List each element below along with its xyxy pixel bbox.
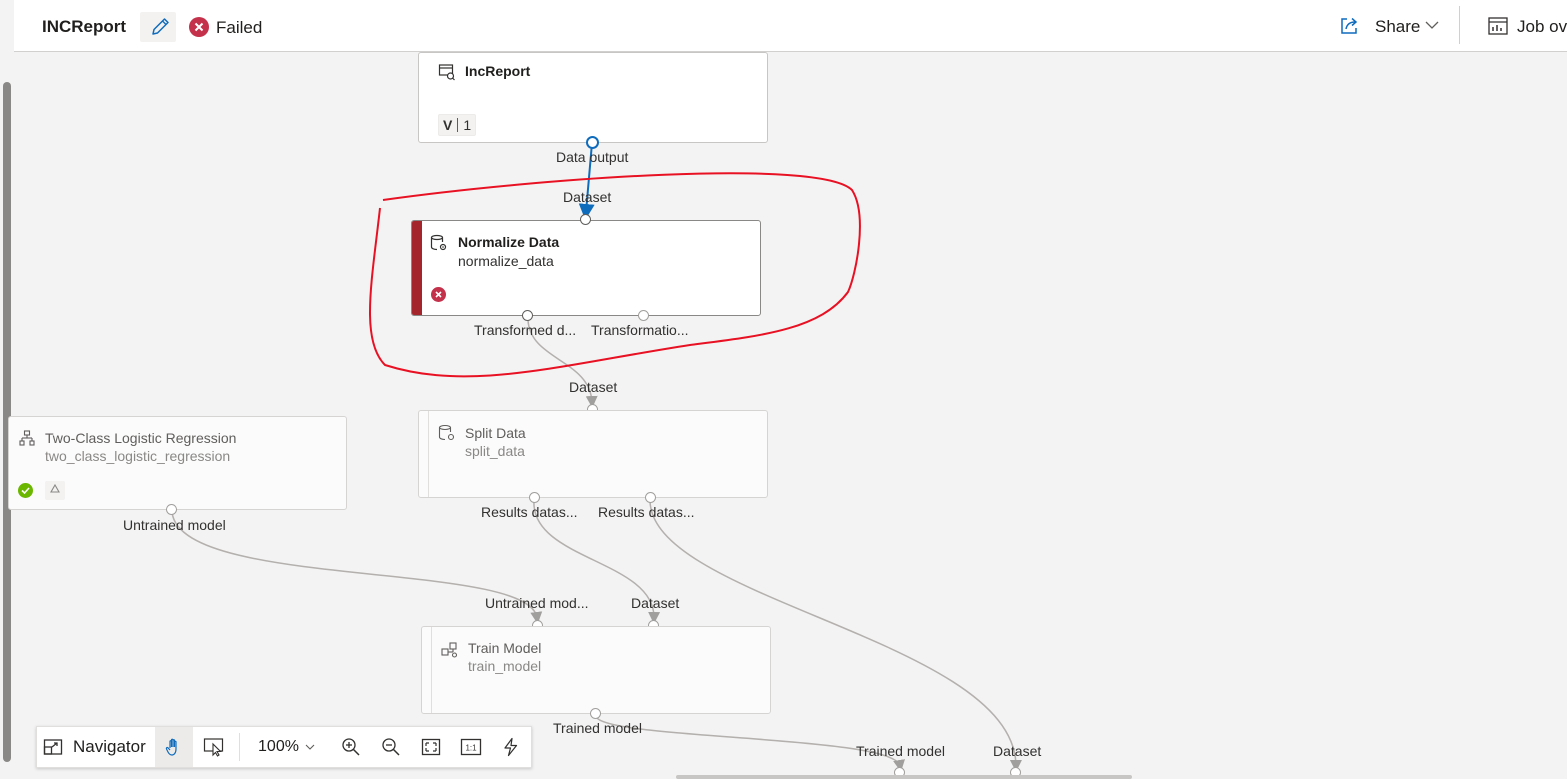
edit-name-button[interactable] xyxy=(140,12,176,42)
pan-tool-button[interactable] xyxy=(155,727,193,767)
actual-size-button[interactable]: 1:1 xyxy=(453,727,489,767)
node-subtitle: two_class_logistic_regression xyxy=(45,448,231,464)
node-title: IncReport xyxy=(465,63,531,79)
fit-screen-icon xyxy=(421,738,441,756)
zoom-in-button[interactable] xyxy=(333,727,369,767)
node-subtitle: train_model xyxy=(468,658,542,674)
success-check-icon xyxy=(18,483,33,498)
vertical-scrollbar[interactable] xyxy=(0,0,14,779)
error-indicator-bar xyxy=(412,221,422,315)
node-title: Train Model xyxy=(468,640,542,656)
version-number: 1 xyxy=(463,117,472,133)
share-button[interactable]: Share xyxy=(1375,17,1420,37)
port-label-untrained-model: Untrained mod... xyxy=(485,595,589,611)
output-port[interactable] xyxy=(645,492,656,503)
zoom-level-dropdown[interactable]: 100% xyxy=(247,727,327,767)
port-label-dataset: Dataset xyxy=(563,189,612,205)
navigator-button[interactable]: Navigator xyxy=(43,727,153,767)
node-two-class-logistic-regression[interactable]: Two-Class Logistic Regression two_class_… xyxy=(8,416,347,510)
input-port[interactable] xyxy=(580,214,591,225)
zoom-out-button[interactable] xyxy=(373,727,409,767)
select-tool-button[interactable] xyxy=(195,727,233,767)
pipeline-connections xyxy=(171,142,1022,772)
hand-icon xyxy=(165,738,177,756)
job-header: INCReport Failed Share Job ov xyxy=(14,0,1567,52)
share-icon[interactable] xyxy=(1338,15,1360,37)
pipeline-name: INCReport xyxy=(42,17,127,36)
chevron-down-icon[interactable] xyxy=(1424,17,1440,33)
port-label-data-output: Data output xyxy=(556,149,629,165)
actual-size-icon: 1:1 xyxy=(460,738,482,756)
error-circle-icon xyxy=(189,17,209,37)
train-model-icon xyxy=(441,642,458,658)
output-port[interactable] xyxy=(586,136,599,149)
horizontal-scrollbar[interactable] xyxy=(676,775,1132,779)
output-port[interactable] xyxy=(522,310,533,321)
node-subtitle: normalize_data xyxy=(458,253,554,269)
node-train-model[interactable]: Train Model train_model xyxy=(421,626,771,714)
dataset-icon xyxy=(438,64,455,81)
select-cursor-icon xyxy=(203,738,224,757)
node-increport[interactable]: IncReport V 1 xyxy=(418,52,768,143)
navigator-label: Navigator xyxy=(73,737,146,756)
auto-layout-button[interactable] xyxy=(493,727,529,767)
output-port[interactable] xyxy=(166,504,177,515)
node-split-data[interactable]: Split Data split_data xyxy=(418,410,768,498)
node-subtitle: split_data xyxy=(465,443,525,459)
version-prefix: V xyxy=(443,117,453,133)
database-gear-icon xyxy=(438,424,455,441)
database-gear-icon xyxy=(430,234,447,251)
port-label-transformed: Transformed d... xyxy=(474,322,577,338)
canvas-toolbar: Navigator 100% 1:1 xyxy=(36,726,532,768)
node-title: Split Data xyxy=(465,425,526,441)
node-stripe xyxy=(422,627,432,713)
pencil-icon xyxy=(152,18,169,35)
port-label-dataset: Dataset xyxy=(993,743,1042,759)
node-title: Two-Class Logistic Regression xyxy=(45,430,237,446)
port-label-transformation: Transformatio... xyxy=(591,322,689,338)
port-label-results-dataset-1: Results datas... xyxy=(481,504,578,520)
svg-text:1:1: 1:1 xyxy=(465,744,477,753)
node-stripe xyxy=(419,411,429,497)
version-badge: V 1 xyxy=(438,114,477,136)
port-label-untrained-model: Untrained model xyxy=(123,517,226,533)
toolbar-divider xyxy=(239,733,240,761)
port-label-dataset: Dataset xyxy=(631,595,680,611)
node-title: Normalize Data xyxy=(458,234,560,250)
output-port[interactable] xyxy=(638,310,649,321)
port-label-results-dataset-2: Results datas... xyxy=(598,504,695,520)
lightning-icon xyxy=(504,737,518,757)
chevron-down-icon xyxy=(305,744,315,750)
edge-logistic-train xyxy=(171,511,543,624)
port-label-trained-model: Trained model xyxy=(553,720,642,736)
job-overview-button[interactable]: Job ov xyxy=(1517,17,1567,37)
status-text: Failed xyxy=(216,18,263,37)
divider xyxy=(1459,6,1460,44)
output-port[interactable] xyxy=(529,492,540,503)
zoom-out-icon xyxy=(382,738,400,756)
zoom-in-icon xyxy=(342,738,360,756)
port-label-trained-model: Trained model xyxy=(856,743,945,759)
recycle-icon xyxy=(45,481,65,500)
port-label-dataset: Dataset xyxy=(569,379,618,395)
node-normalize-data[interactable]: Normalize Data normalize_data xyxy=(411,220,761,316)
chart-icon[interactable] xyxy=(1487,16,1509,36)
zoom-level-label: 100% xyxy=(258,738,299,755)
error-circle-icon xyxy=(431,287,446,302)
fit-to-screen-button[interactable] xyxy=(413,727,449,767)
navigator-icon xyxy=(43,739,63,755)
output-port[interactable] xyxy=(590,708,601,719)
tree-icon xyxy=(19,430,35,446)
